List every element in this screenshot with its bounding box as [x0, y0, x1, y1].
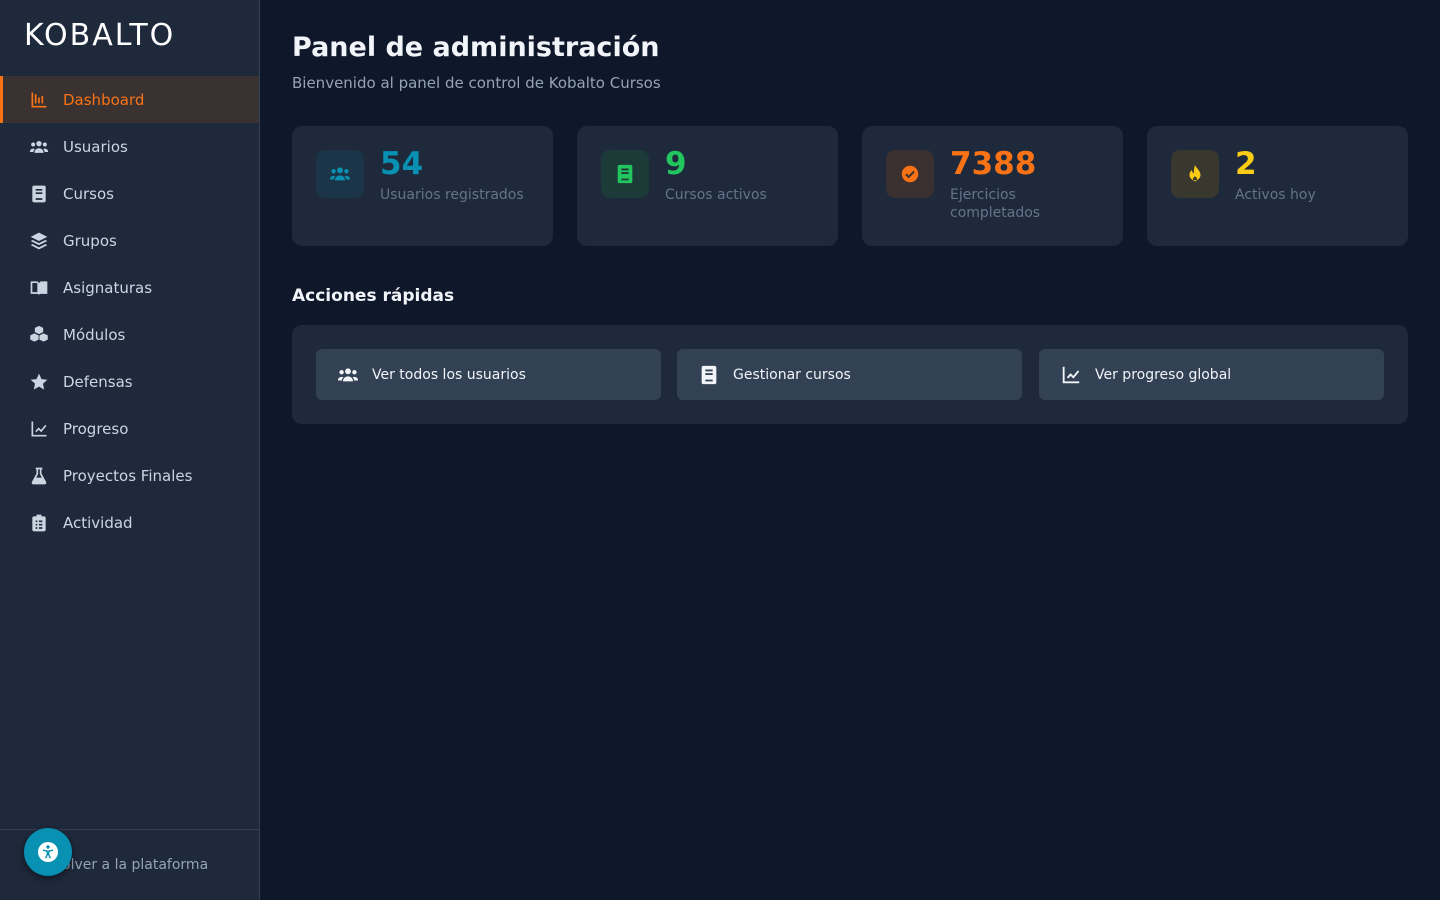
chart-line-icon	[28, 418, 50, 440]
stat-label: Ejercicios completados	[950, 187, 1041, 221]
stat-label: Cursos activos	[665, 187, 767, 203]
sidebar-item-label: Asignaturas	[63, 278, 153, 297]
stat-value: 54	[380, 146, 424, 182]
sidebar-item-label: Dashboard	[63, 90, 145, 109]
accessibility-button[interactable]	[24, 828, 72, 876]
stat-label: Usuarios registrados	[380, 187, 524, 203]
star-icon	[28, 371, 50, 393]
sidebar-item-progreso[interactable]: Progreso	[0, 405, 259, 452]
stat-value: 2	[1235, 146, 1257, 182]
sidebar-item-label: Proyectos Finales	[63, 466, 193, 485]
stat-card-ejercicios: 7388 Ejercicios completados	[862, 126, 1123, 246]
sidebar-item-defensas[interactable]: Defensas	[0, 358, 259, 405]
quick-actions-panel: Ver todos los usuarios Gestionar cursos …	[292, 325, 1408, 424]
sidebar-item-usuarios[interactable]: Usuarios	[0, 123, 259, 170]
page-title: Panel de administración	[292, 32, 660, 63]
stat-label: Activos hoy	[1235, 187, 1316, 203]
sidebar-item-label: Actividad	[63, 513, 133, 532]
sidebar: KOBALTO Dashboard Usuarios Cursos Grupos…	[0, 0, 260, 900]
stat-value: 7388	[950, 146, 1037, 182]
sidebar-item-label: Defensas	[63, 372, 133, 391]
book-open-icon	[28, 277, 50, 299]
sidebar-item-label: Grupos	[63, 231, 117, 250]
sidebar-item-grupos[interactable]: Grupos	[0, 217, 259, 264]
users-icon	[336, 363, 360, 387]
page-subtitle: Bienvenido al panel de control de Kobalt…	[292, 74, 661, 92]
sidebar-item-cursos[interactable]: Cursos	[0, 170, 259, 217]
stat-card-usuarios: 54 Usuarios registrados	[292, 126, 553, 246]
check-circle-icon	[886, 150, 934, 198]
sidebar-nav: Dashboard Usuarios Cursos Grupos Asignat…	[0, 76, 259, 546]
users-icon	[28, 136, 50, 158]
book-icon	[697, 363, 721, 387]
sidebar-item-label: Módulos	[63, 325, 126, 344]
manage-courses-button[interactable]: Gestionar cursos	[677, 349, 1022, 400]
stat-card-cursos: 9 Cursos activos	[577, 126, 838, 246]
sidebar-item-asignaturas[interactable]: Asignaturas	[0, 264, 259, 311]
stat-value: 9	[665, 146, 687, 182]
sidebar-item-label: Usuarios	[63, 137, 128, 156]
sidebar-item-label: Progreso	[63, 419, 129, 438]
accessibility-icon	[38, 842, 58, 862]
back-to-platform-label: olver a la plataforma	[62, 857, 209, 873]
chart-line-icon	[1059, 363, 1083, 387]
stat-card-activos-hoy: 2 Activos hoy	[1147, 126, 1408, 246]
view-global-progress-button[interactable]: Ver progreso global	[1039, 349, 1384, 400]
chart-bar-icon	[28, 89, 50, 111]
sidebar-item-proyectos-finales[interactable]: Proyectos Finales	[0, 452, 259, 499]
layers-icon	[28, 230, 50, 252]
quick-actions-title: Acciones rápidas	[292, 286, 455, 306]
sidebar-item-label: Cursos	[63, 184, 114, 203]
button-label: Ver progreso global	[1095, 366, 1232, 383]
book-icon	[28, 183, 50, 205]
users-icon	[316, 150, 364, 198]
sidebar-item-actividad[interactable]: Actividad	[0, 499, 259, 546]
fire-icon	[1171, 150, 1219, 198]
flask-icon	[28, 465, 50, 487]
app-logo[interactable]: KOBALTO	[24, 18, 175, 53]
clipboard-list-icon	[28, 512, 50, 534]
book-icon	[601, 150, 649, 198]
button-label: Gestionar cursos	[733, 366, 851, 383]
sidebar-item-dashboard[interactable]: Dashboard	[0, 76, 259, 123]
cubes-icon	[28, 324, 50, 346]
sidebar-item-modulos[interactable]: Módulos	[0, 311, 259, 358]
button-label: Ver todos los usuarios	[372, 366, 526, 383]
stats-row: 54 Usuarios registrados 9 Cursos activos…	[292, 126, 1408, 246]
view-all-users-button[interactable]: Ver todos los usuarios	[316, 349, 661, 400]
